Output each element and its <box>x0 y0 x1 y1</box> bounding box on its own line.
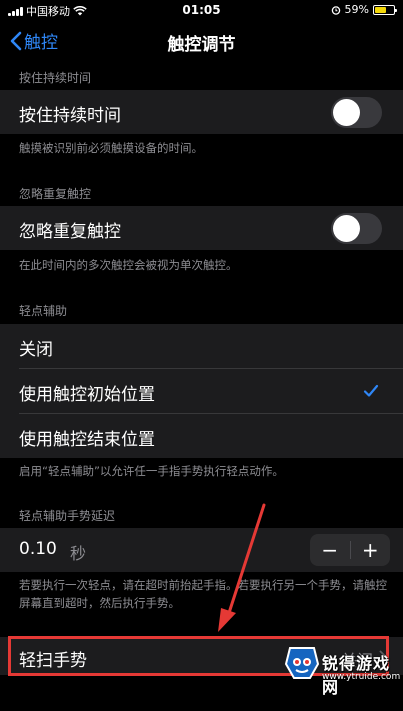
ignore-repeat-toggle[interactable] <box>331 213 382 244</box>
hold-duration-footer: 触摸被识别前必须触摸设备的时间。 <box>19 141 203 155</box>
tap-gesture-delay-header: 轻点辅助手势延迟 <box>19 509 116 523</box>
hold-duration-cell: 按住持续时间 <box>0 90 403 134</box>
tap-assistance-group: 关闭 使用触控初始位置 使用触控结束位置 <box>0 324 403 458</box>
navigation-bar: 触控 触控调节 <box>0 20 403 62</box>
increment-button[interactable]: + <box>351 534 391 566</box>
battery-icon <box>373 4 397 15</box>
ignore-repeat-footer: 在此时间内的多次触控会被视为单次触控。 <box>19 258 238 272</box>
swipe-gestures-label: 轻扫手势 <box>19 651 87 671</box>
tap-assistance-option-final[interactable]: 使用触控结束位置 <box>0 414 403 458</box>
alarm-icon <box>331 5 340 15</box>
battery-percent: 59% <box>344 3 369 16</box>
delay-value: 0.10 <box>19 539 57 559</box>
watermark-url: www.ytruide.com <box>322 672 401 682</box>
hold-duration-label: 按住持续时间 <box>19 106 121 126</box>
tap-assistance-footer: 启用“轻点辅助”以允许任一手指手势执行轻点动作。 <box>19 464 284 478</box>
watermark: 锐得游戏网 www.ytruide.com <box>282 642 400 708</box>
option-label: 使用触控结束位置 <box>19 430 155 450</box>
battery-fill <box>375 6 386 13</box>
ignore-repeat-cell: 忽略重复触控 <box>0 206 403 250</box>
delay-unit: 秒 <box>70 544 87 563</box>
tap-assistance-header: 轻点辅助 <box>19 304 68 318</box>
tap-gesture-delay-footer: 若要执行一次轻点，请在超时前抬起手指。若要执行另一个手势，请触控屏幕直到超时，然… <box>19 578 387 610</box>
toggle-knob <box>333 215 360 242</box>
toggle-knob <box>333 99 360 126</box>
page-title: 触控调节 <box>167 35 236 55</box>
status-bar: 中国移动 01:05 59% <box>0 0 403 20</box>
touch-accommodations-screen: 中国移动 01:05 59% 触控 触控调节 按住持续时间 按住持续时间 触摸被… <box>0 0 403 711</box>
status-right: 59% <box>331 3 397 16</box>
delay-stepper: − + <box>310 534 390 566</box>
option-label: 关闭 <box>19 340 53 360</box>
ignore-repeat-label: 忽略重复触控 <box>19 222 121 242</box>
checkmark-icon <box>363 384 379 397</box>
option-label: 使用触控初始位置 <box>19 385 155 405</box>
tap-assistance-option-off[interactable]: 关闭 <box>0 324 403 368</box>
hold-duration-toggle[interactable] <box>331 97 382 128</box>
ignore-repeat-header: 忽略重复触控 <box>19 187 92 201</box>
hold-duration-header: 按住持续时间 <box>19 71 92 85</box>
tap-gesture-delay-cell: 0.10 秒 − + <box>0 528 403 572</box>
watermark-logo-icon <box>284 647 320 679</box>
decrement-button[interactable]: − <box>310 534 350 566</box>
tap-assistance-option-initial[interactable]: 使用触控初始位置 <box>0 369 403 413</box>
